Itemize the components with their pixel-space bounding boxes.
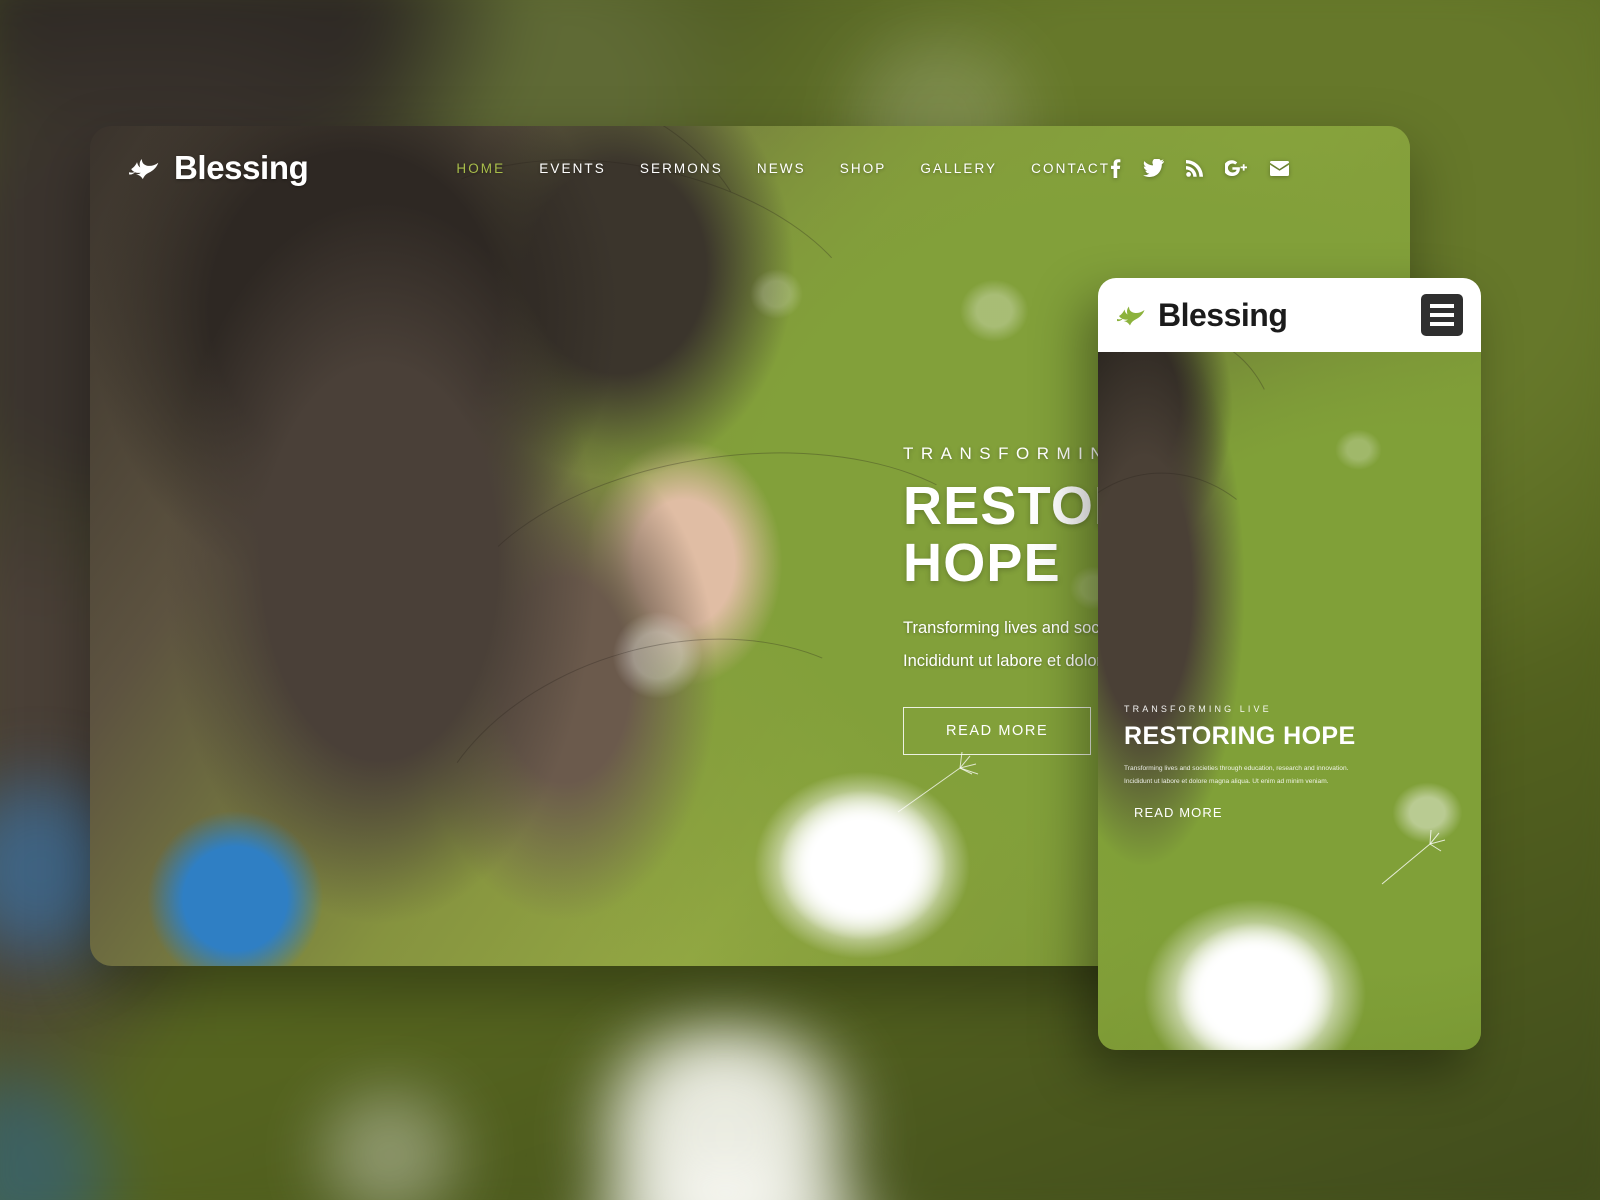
mobile-hero-area: TRANSFORMING LIVE RESTORING HOPE Transfo… xyxy=(1098,352,1481,1050)
desktop-social-links xyxy=(1110,158,1290,178)
email-icon[interactable] xyxy=(1270,160,1290,176)
desktop-brand-name: Blessing xyxy=(174,149,309,186)
mobile-hero-subtitle-line-2: Incididunt ut labore et dolore magna ali… xyxy=(1124,777,1329,785)
nav-item-gallery[interactable]: GALLERY xyxy=(920,161,997,176)
nav-item-events[interactable]: EVENTS xyxy=(539,161,606,176)
google-plus-icon[interactable] xyxy=(1225,159,1248,177)
hero-read-more-button[interactable]: READ MORE xyxy=(903,706,1092,755)
mobile-brand-name: Blessing xyxy=(1158,296,1288,333)
desktop-brand[interactable]: Blessing xyxy=(128,149,309,187)
dandelion-seed-icon xyxy=(1381,829,1446,885)
nav-item-news[interactable]: NEWS xyxy=(757,161,806,176)
desktop-main-menu: HOME EVENTS SERMONS NEWS SHOP GALLERY CO… xyxy=(456,161,1110,176)
nav-item-home[interactable]: HOME xyxy=(456,161,505,176)
nav-item-contact[interactable]: CONTACT xyxy=(1031,161,1110,176)
mobile-brand[interactable]: Blessing xyxy=(1116,296,1288,334)
twitter-icon[interactable] xyxy=(1143,159,1165,177)
dandelion-seed-icon xyxy=(897,751,979,813)
mobile-read-more-button[interactable]: READ MORE xyxy=(1134,805,1223,820)
hamburger-icon[interactable] xyxy=(1421,294,1463,336)
rss-icon[interactable] xyxy=(1186,159,1204,177)
nav-item-sermons[interactable]: SERMONS xyxy=(640,161,723,176)
hamburger-bar xyxy=(1430,313,1454,317)
mobile-hero-subtitle-line-1: Transforming lives and societies through… xyxy=(1124,765,1349,772)
hamburger-bar xyxy=(1430,322,1454,326)
hamburger-bar xyxy=(1430,304,1454,308)
facebook-icon[interactable] xyxy=(1110,158,1121,178)
nav-item-shop[interactable]: SHOP xyxy=(840,161,887,176)
desktop-navbar: Blessing HOME EVENTS SERMONS NEWS SHOP G… xyxy=(90,126,1410,210)
mobile-hero-content: TRANSFORMING LIVE RESTORING HOPE Transfo… xyxy=(1124,704,1465,822)
mobile-mockup: Blessing TRANSFORMING LIVE RESTORING HOP… xyxy=(1098,278,1481,1050)
mobile-hero-kicker: TRANSFORMING LIVE xyxy=(1124,704,1272,714)
dove-icon xyxy=(1117,306,1145,326)
mobile-hero-title: RESTORING HOPE xyxy=(1124,722,1356,750)
dove-icon xyxy=(129,158,159,180)
mobile-header: Blessing xyxy=(1098,278,1481,352)
